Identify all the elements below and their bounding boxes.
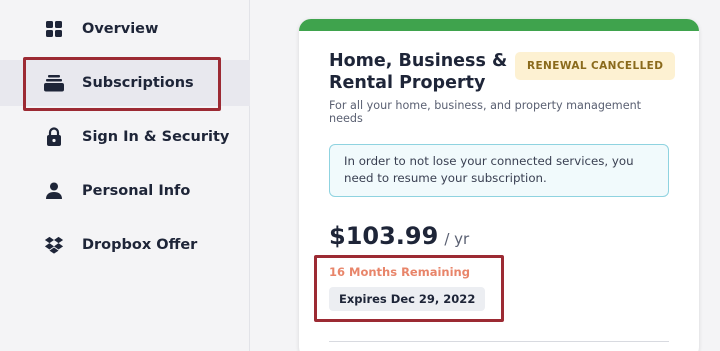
status-badge: RENEWAL CANCELLED (515, 52, 676, 80)
card-accent-bar (299, 19, 699, 31)
sidebar: Overview Subscriptions Sign In & Securit… (0, 0, 250, 351)
sidebar-item-label: Personal Info (82, 183, 191, 199)
notice-box: In order to not lose your connected serv… (329, 144, 669, 197)
main-content: Home, Business & Rental Property RENEWAL… (251, 0, 720, 351)
plan-title-line1: Home, Business & (329, 51, 508, 71)
expiry-badge: Expires Dec 29, 2022 (329, 287, 486, 311)
grid-icon (44, 19, 64, 39)
months-remaining: 16 Months Remaining (329, 265, 470, 279)
stack-icon (44, 73, 64, 93)
price-period: / yr (444, 230, 470, 248)
sidebar-item-dropbox-offer[interactable]: Dropbox Offer (0, 222, 250, 268)
divider (329, 341, 669, 342)
lock-icon (44, 127, 64, 147)
sidebar-item-subscriptions[interactable]: Subscriptions (0, 60, 250, 106)
sidebar-item-label: Dropbox Offer (82, 237, 198, 253)
dropbox-icon (44, 235, 64, 255)
plan-description: For all your home, business, and propert… (329, 99, 642, 125)
sidebar-item-label: Overview (82, 21, 159, 37)
person-icon (44, 181, 64, 201)
subscription-card: Home, Business & Rental Property RENEWAL… (299, 19, 699, 351)
sidebar-item-label: Subscriptions (82, 75, 194, 91)
sidebar-item-label: Sign In & Security (82, 129, 230, 145)
plan-title-line2: Rental Property (329, 73, 486, 93)
sidebar-item-security[interactable]: Sign In & Security (0, 114, 250, 160)
sidebar-item-personal-info[interactable]: Personal Info (0, 168, 250, 214)
sidebar-item-overview[interactable]: Overview (0, 6, 250, 52)
price: $103.99 (329, 222, 439, 250)
price-row: $103.99 / yr (329, 222, 469, 250)
plan-title: Home, Business & Rental Property (329, 50, 509, 94)
